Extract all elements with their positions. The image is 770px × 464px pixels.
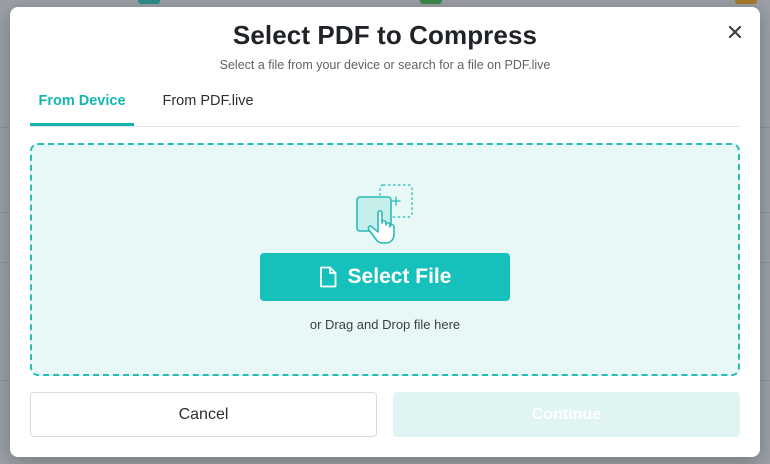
drag-drop-hint: or Drag and Drop file here	[309, 317, 461, 332]
bg-chip	[138, 0, 160, 4]
cancel-button[interactable]: Cancel	[30, 392, 377, 437]
select-pdf-modal: Select PDF to Compress Select a file fro…	[10, 7, 760, 457]
tab-label: From PDF.live	[162, 93, 254, 109]
select-file-button[interactable]: Select File	[260, 253, 510, 301]
file-icon	[319, 266, 336, 288]
file-dropzone[interactable]: Select File or Drag and Drop file here	[30, 143, 740, 376]
bg-chip	[420, 0, 442, 4]
tab-from-pdflive[interactable]: From PDF.live	[148, 87, 268, 125]
source-tabs: From Device From PDF.live	[30, 87, 740, 127]
tab-label: From Device	[38, 93, 126, 109]
close-button[interactable]	[724, 21, 746, 43]
upload-hand-icon	[356, 184, 413, 244]
continue-button[interactable]: Continue	[393, 392, 740, 437]
tab-from-device[interactable]: From Device	[30, 87, 134, 126]
close-icon	[728, 25, 742, 39]
select-file-label: Select File	[347, 265, 452, 288]
active-tab-indicator	[30, 123, 134, 126]
bg-chip	[735, 0, 757, 4]
modal-title: Select PDF to Compress	[232, 20, 538, 50]
modal-subtitle: Select a file from your device or search…	[219, 58, 551, 72]
